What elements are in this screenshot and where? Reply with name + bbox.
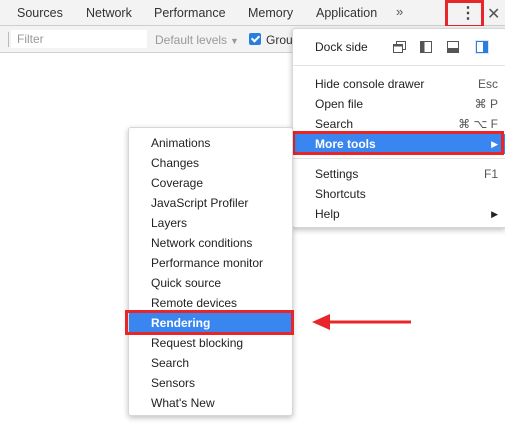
submenu-item-network-conditions[interactable]: Network conditions <box>129 233 294 253</box>
menu-item-shortcut: Esc <box>477 77 498 91</box>
menu-divider <box>293 65 505 66</box>
menu-item-shortcut: ⌘ ⌥ F <box>458 117 498 131</box>
menu-item-hide-console-drawer[interactable]: Hide console drawer Esc <box>293 74 505 94</box>
rendering-highlight-box <box>125 310 294 335</box>
customize-menu: Dock side Hide console drawer Esc Open f… <box>292 28 505 228</box>
submenu-item-label: Request blocking <box>151 336 244 350</box>
submenu-item-label: Animations <box>151 136 211 150</box>
submenu-item-coverage[interactable]: Coverage <box>129 173 294 193</box>
tab-application[interactable]: Application <box>316 6 377 20</box>
tab-sources[interactable]: Sources <box>17 6 63 20</box>
menu-divider <box>293 158 505 159</box>
submenu-item-whats-new[interactable]: What's New <box>129 393 294 413</box>
submenu-item-label: Layers <box>151 216 188 230</box>
close-icon[interactable]: ✕ <box>487 4 500 24</box>
menu-item-settings[interactable]: Settings F1 <box>293 164 505 184</box>
more-tools-submenu: Animations Changes Coverage JavaScript P… <box>128 127 294 416</box>
submenu-item-label: Performance monitor <box>151 256 264 270</box>
dock-bottom-icon[interactable] <box>447 41 459 53</box>
overflow-chevron-icon[interactable]: » <box>396 4 403 19</box>
filter-input[interactable] <box>11 30 147 48</box>
menu-item-label: Hide console drawer <box>315 77 425 91</box>
group-similar-checkbox[interactable] <box>249 33 261 45</box>
submenu-item-label: Coverage <box>151 176 204 190</box>
toolbar-divider <box>8 32 9 47</box>
submenu-item-layers[interactable]: Layers <box>129 213 294 233</box>
submenu-item-javascript-profiler[interactable]: JavaScript Profiler <box>129 193 294 213</box>
log-levels-dropdown[interactable]: Default levels ▼ <box>155 33 239 47</box>
submenu-item-animations[interactable]: Animations <box>129 133 294 153</box>
menu-item-label: Settings <box>315 167 359 181</box>
submenu-item-label: Search <box>151 356 190 370</box>
menu-item-shortcut: ⌘ P <box>474 97 498 111</box>
submenu-item-search[interactable]: Search <box>129 353 294 373</box>
submenu-item-label: Sensors <box>151 376 196 390</box>
tab-memory[interactable]: Memory <box>248 6 293 20</box>
dock-left-icon[interactable] <box>420 41 432 53</box>
dock-right-icon[interactable] <box>475 40 489 54</box>
pointer-arrow-icon <box>312 314 411 330</box>
menu-item-shortcut: F1 <box>483 167 498 181</box>
more-tools-highlight-box <box>292 131 504 155</box>
submenu-item-label: JavaScript Profiler <box>151 196 249 210</box>
submenu-item-label: Network conditions <box>151 236 253 250</box>
menu-item-label: Help <box>315 207 340 221</box>
menu-item-label: Open file <box>315 97 364 111</box>
kebab-menu-icon: ⋮ <box>460 5 476 22</box>
submenu-item-label: What's New <box>151 396 215 410</box>
group-similar-label: Grou <box>266 33 293 47</box>
menu-item-shortcuts[interactable]: Shortcuts <box>293 184 505 204</box>
submenu-arrow-icon: ▶ <box>491 209 498 219</box>
menu-item-open-file[interactable]: Open file ⌘ P <box>293 94 505 114</box>
dock-undock-icon[interactable] <box>393 41 406 53</box>
submenu-item-performance-monitor[interactable]: Performance monitor <box>129 253 294 273</box>
log-levels-label: Default levels <box>155 33 228 47</box>
panel-tab-bar: Sources Network Performance Memory Appli… <box>0 0 505 26</box>
submenu-item-label: Quick source <box>151 276 222 290</box>
dock-side-label: Dock side <box>315 40 368 54</box>
submenu-item-sensors[interactable]: Sensors <box>129 373 294 393</box>
submenu-item-label: Remote devices <box>151 296 238 310</box>
tab-performance[interactable]: Performance <box>154 6 226 20</box>
tab-network[interactable]: Network <box>86 6 132 20</box>
submenu-item-changes[interactable]: Changes <box>129 153 294 173</box>
submenu-item-request-blocking[interactable]: Request blocking <box>129 333 294 353</box>
menu-item-help[interactable]: Help ▶ <box>293 204 505 224</box>
submenu-item-quick-source[interactable]: Quick source <box>129 273 294 293</box>
menu-item-label: Search <box>315 117 354 131</box>
submenu-item-label: Changes <box>151 156 200 170</box>
menu-item-label: Shortcuts <box>315 187 366 201</box>
kebab-menu-button[interactable]: ⋮ <box>445 0 484 28</box>
dock-side-row: Dock side <box>293 37 505 57</box>
dropdown-arrow-icon: ▼ <box>230 36 239 46</box>
